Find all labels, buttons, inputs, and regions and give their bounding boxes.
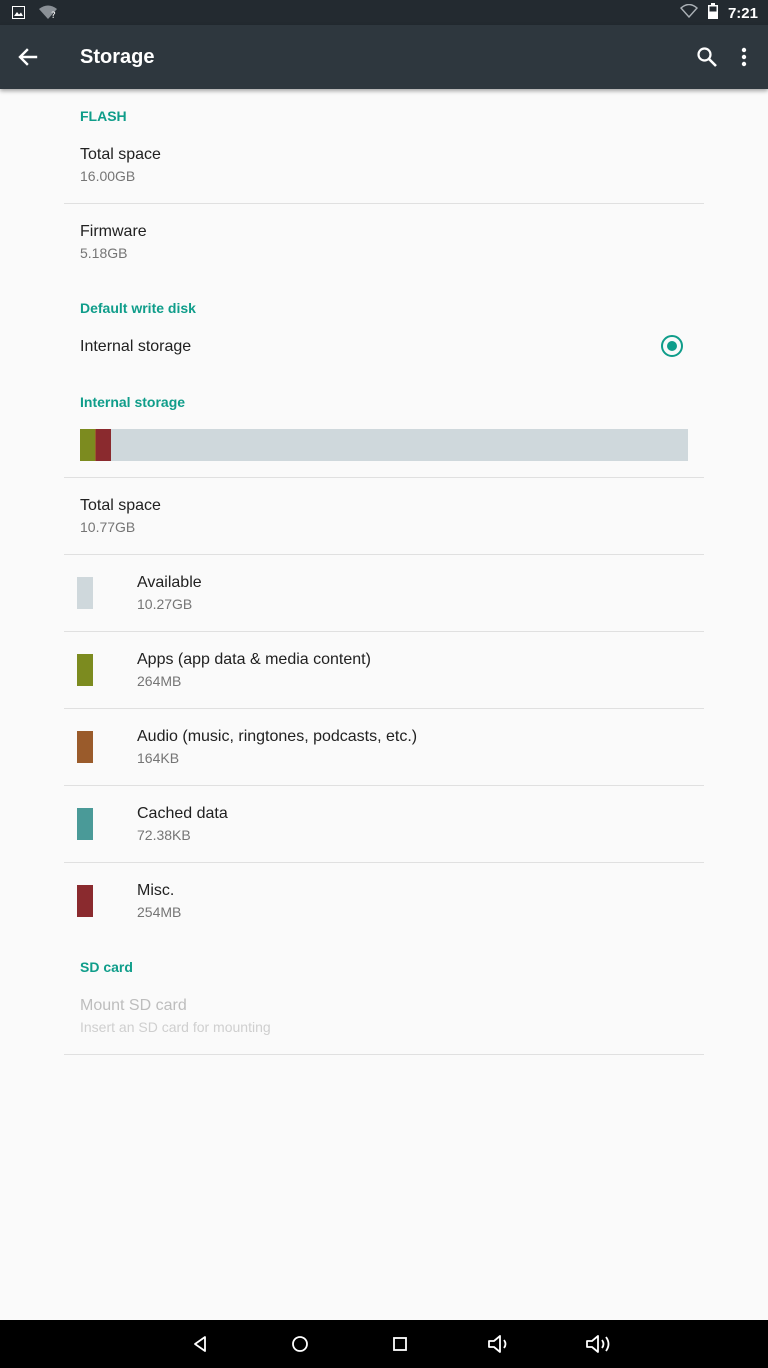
category-value: 72.38KB [137, 827, 191, 843]
category-misc[interactable]: Misc. 254MB [137, 882, 181, 920]
section-header-internal-storage: Internal storage [80, 394, 186, 410]
usage-segment-available [110, 429, 688, 461]
flash-total-space[interactable]: Total space 16.00GB [80, 146, 161, 184]
storage-usage-bar [80, 429, 688, 461]
category-title: Apps (app data & media content) [137, 651, 371, 668]
internal-storage-radio[interactable] [661, 335, 683, 357]
divider [64, 1054, 704, 1055]
mount-sd-card-title: Mount SD card [80, 997, 187, 1014]
divider [64, 708, 704, 709]
divider [64, 862, 704, 863]
section-header-default-write-disk: Default write disk [80, 300, 196, 316]
category-available[interactable]: Available 10.27GB [137, 574, 202, 612]
internal-total-space[interactable]: Total space 10.77GB [80, 497, 161, 535]
category-value: 10.27GB [137, 596, 193, 612]
divider [64, 477, 704, 478]
wifi-question-icon: ? [39, 5, 59, 24]
category-value: 254MB [137, 904, 182, 920]
category-title: Cached data [137, 805, 228, 822]
category-title: Available [137, 574, 202, 591]
recents-icon[interactable] [388, 1332, 412, 1356]
search-icon[interactable] [695, 45, 719, 69]
home-icon[interactable] [288, 1332, 312, 1356]
navigation-bar [0, 1320, 768, 1368]
audio-color-swatch [77, 731, 93, 763]
svg-text:?: ? [51, 11, 56, 19]
usage-segment-misc [96, 429, 111, 461]
status-bar: ? 7:21 [0, 0, 768, 25]
flash-firmware[interactable]: Firmware 5.18GB [80, 223, 147, 261]
mount-sd-card: Mount SD card Insert an SD card for moun… [80, 997, 271, 1035]
misc-color-swatch [77, 885, 93, 917]
mount-sd-card-subtitle: Insert an SD card for mounting [80, 1019, 271, 1035]
divider [64, 631, 704, 632]
section-header-sd-card: SD card [80, 959, 133, 975]
divider [64, 785, 704, 786]
back-arrow-icon[interactable] [14, 43, 42, 71]
category-cached-data[interactable]: Cached data 72.38KB [137, 805, 228, 843]
divider [64, 554, 704, 555]
category-title: Audio (music, ringtones, podcasts, etc.) [137, 728, 418, 745]
internal-total-space-title: Total space [80, 497, 161, 514]
flash-total-space-title: Total space [80, 146, 161, 163]
category-value: 164KB [137, 750, 180, 766]
category-audio[interactable]: Audio (music, ringtones, podcasts, etc.)… [137, 728, 417, 766]
apps-color-swatch [77, 654, 93, 686]
usage-segment-apps [80, 429, 95, 461]
app-bar: Storage [0, 25, 768, 89]
more-vert-icon[interactable] [736, 45, 752, 69]
back-icon[interactable] [188, 1332, 212, 1356]
available-color-swatch [77, 577, 93, 609]
section-header-flash: FLASH [80, 108, 127, 124]
image-icon [12, 5, 25, 24]
default-write-disk-label: Internal storage [80, 338, 192, 355]
default-write-disk-option[interactable]: Internal storage [80, 338, 191, 356]
category-value: 264MB [137, 673, 182, 689]
firmware-value: 5.18GB [80, 245, 128, 261]
battery-icon [707, 3, 718, 24]
internal-total-space-value: 10.77GB [80, 519, 136, 535]
flash-total-space-value: 16.00GB [80, 168, 136, 184]
divider [64, 203, 704, 204]
cached-data-color-swatch [77, 808, 93, 840]
status-time: 7:21 [727, 5, 758, 22]
firmware-title: Firmware [80, 223, 147, 240]
wifi-icon [679, 3, 698, 23]
volume-up-icon[interactable] [584, 1332, 616, 1356]
volume-down-icon[interactable] [486, 1332, 514, 1356]
category-title: Misc. [137, 882, 175, 899]
category-apps[interactable]: Apps (app data & media content) 264MB [137, 651, 371, 689]
page-title: Storage [80, 46, 155, 68]
